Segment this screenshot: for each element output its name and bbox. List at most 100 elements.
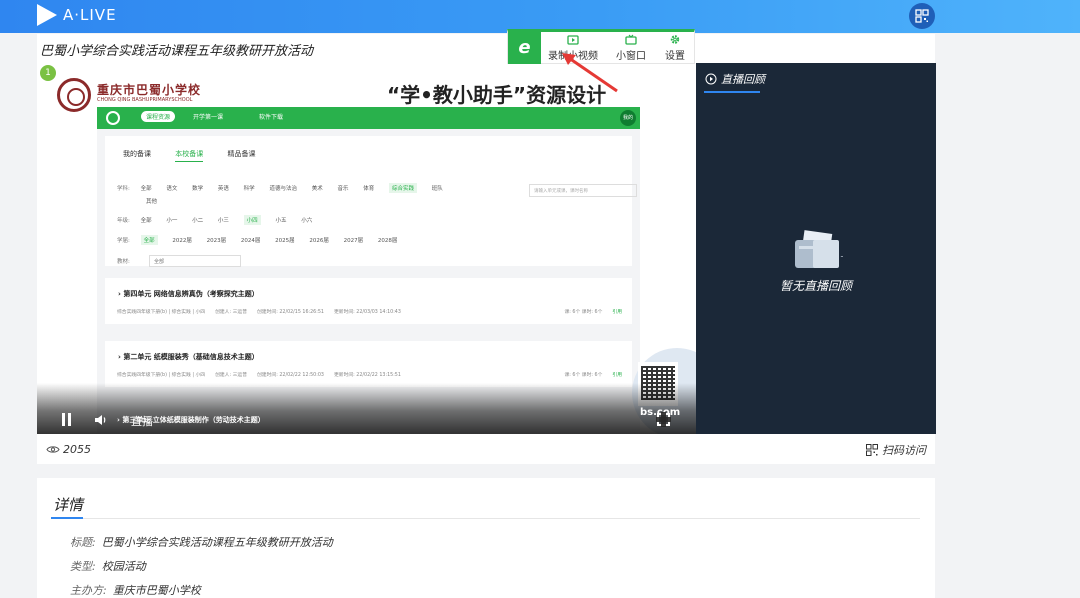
grade-option: 小二 [192,218,204,224]
subject-extra: 其他 [146,199,158,205]
mini-window-button[interactable]: 小窗口 [616,34,646,62]
replay-tab[interactable]: 直播回顾 [705,71,765,87]
settings-label: 设置 [665,51,685,62]
term-option: 2024届 [240,238,261,244]
nav-user-avatar: 我的 [620,110,636,126]
detail-row-type: 类型: 校园活动 [70,560,146,573]
subject-filter-row: 学科: 全部 语文 数学 英语 科学 道德与法治 美术 音乐 体育 综合实践 班… [117,183,456,193]
grade-option: 小三 [217,218,229,224]
view-count-value: 2055 [63,443,91,456]
scan-access-label: 扫码访问 [882,444,926,457]
prep-tabs: 我的备课 本校备课 精品备课 [123,149,277,162]
nav-tab-download: 软件下载 [259,114,284,121]
subject-option: 全部 [140,186,152,192]
video-record-icon [567,35,579,45]
detail-row-organizer: 主办方: 重庆市巴蜀小学校 [70,584,201,597]
book-filter-row: 教材: [117,257,139,265]
volume-button[interactable] [94,412,108,426]
subject-option: 英语 [217,186,229,192]
tab-school-prep: 本校备课 [175,150,204,162]
subject-option: 班队 [431,186,443,192]
details-section: 详情 标题: 巴蜀小学综合实践活动课程五年级教研开放活动 类型: 校园活动 主办方:… [37,478,935,598]
term-label: 学届: [117,238,130,244]
subject-option: 体育 [363,186,375,192]
mini-window-label: 小窗口 [616,51,646,62]
filter-card: 我的备课 本校备课 精品备课 学科: 全部 语文 数学 英语 科学 道德与法治 … [105,136,637,267]
book-select: 全部 [149,255,241,267]
subject-option: 数学 [192,186,204,192]
eye-icon [46,446,60,453]
qr-code-icon[interactable] [909,3,935,29]
term-filter-row: 学届: 全部 2022届 2023届 2024届 2025届 2026届 202… [117,235,410,245]
live-label: 直播 [131,415,153,428]
details-divider [51,518,920,519]
details-accent [51,517,83,519]
nav-tab-first-lesson: 开学第一课 [193,114,224,121]
filter-panel: 我的备课 本校备课 精品备课 学科: 全部 语文 数学 英语 科学 道德与法治 … [97,129,640,273]
tab-my-prep: 我的备课 [123,150,151,158]
logo-text: A·LIVE [63,6,117,24]
replay-tab-label: 直播回顾 [721,73,765,86]
term-option: 2027届 [343,238,364,244]
title-bar: 巴蜀小学综合实践活动课程五年级教研开放活动 [37,34,935,63]
details-heading: 详情 [53,496,84,514]
video-player[interactable]: 1 重庆市巴蜀小学校 CHONG QING BASHUPRIMARYSCHOOL… [37,63,696,434]
replay-tab-indicator [704,91,760,93]
grade-option: 小一 [166,218,178,224]
grade-filter-row: 年级: 全部 小一 小二 小三 小四 小五 小六 [117,215,325,225]
empty-folder-icon: + + [795,230,843,268]
scan-access-button[interactable]: 扫码访问 [866,442,926,458]
school-name-cn: 重庆市巴蜀小学校 [97,83,202,97]
stats-bar: 2055 扫码访问 [37,434,935,464]
unit-card-meta: 综合实践四年级下册(b) | 综合实践 | 小四 创建人: 三运普 创建时间: 22… [117,310,401,315]
app-logo[interactable]: A·LIVE [37,4,117,26]
subject-option-selected: 综合实践 [389,183,418,193]
replay-panel: 直播回顾 + + 暂无直播回顾 [696,63,936,434]
navbar-logo-icon [106,111,120,125]
grade-label: 年级: [117,218,130,224]
nav-tab-resources: 课程资源 [141,111,176,122]
subject-option: 科学 [243,186,255,192]
subject-option: 音乐 [337,186,349,192]
school-name-en: CHONG QING BASHUPRIMARYSCHOOL [97,97,193,103]
fullscreen-button[interactable] [656,412,671,427]
replay-empty-text: 暂无直播回顾 [779,279,852,293]
grade-option: 全部 [140,218,152,224]
term-option: 2025届 [275,238,295,244]
unit-card: › 第四单元 网络信息辨真伪（考察探究主题） 综合实践四年级下册(b) | 综合… [105,278,632,324]
unit-card-stats: 课: 6个 课时: 6个 引用 [564,310,622,315]
term-option: 2022届 [172,238,192,244]
gear-icon [670,35,680,44]
detail-row-title: 标题: 巴蜀小学综合实践活动课程五年级教研开放活动 [70,536,333,549]
annotation-arrow-icon [562,53,618,93]
term-option: 2023届 [206,238,227,244]
book-label: 教材: [117,259,130,265]
grade-option: 小五 [275,218,287,224]
subject-option: 道德与法治 [269,186,297,192]
settings-button[interactable]: 设置 [665,34,685,62]
player-controls: › 第三单元 立体纸模服装制作（劳动技术主题） 直播 bs.com [37,383,696,434]
edge-logo-icon: e [508,32,541,64]
slide-badge: 1 [40,65,56,81]
tv-icon [625,34,637,45]
unit-card-stats: 课: 6个 课时: 6个 引用 [564,373,622,378]
subject-option: 美术 [311,186,323,192]
unit-card-title: › 第二单元 纸模服装秀（基础信息技术主题） [118,353,259,361]
qr-code-icon [866,444,878,456]
term-option: 2026届 [309,238,329,244]
tab-premium-prep: 精品备课 [227,150,256,158]
subject-option: 语文 [166,186,178,192]
slide-navbar: 课程资源 开学第一课 软件下载 我的 [97,107,640,129]
resource-search-input: 请输入单元或课，课时名称 [529,184,637,197]
view-count: 2055 [46,443,91,456]
grade-option-selected: 小四 [243,215,261,225]
term-option: 2028届 [377,238,398,244]
page-title: 巴蜀小学综合实践活动课程五年级教研开放活动 [40,44,314,59]
unit-card-meta: 综合实践四年级下册(b) | 综合实践 | 小四 创建人: 三运普 创建时间: 22… [117,373,401,378]
school-seal-icon [57,78,91,112]
subject-label: 学科: [117,186,130,192]
grade-option: 小六 [301,218,313,224]
pause-button[interactable] [61,413,73,426]
unit-card: › 第二单元 纸模服装秀（基础信息技术主题） 综合实践四年级下册(b) | 综合… [105,341,632,387]
svg-text:+: + [840,252,843,261]
